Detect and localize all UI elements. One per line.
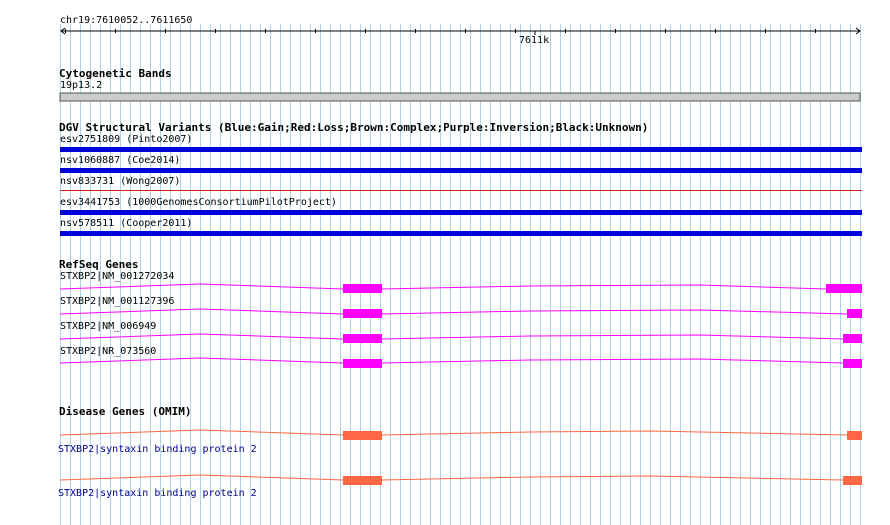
refseq-exon xyxy=(343,334,382,343)
refseq-exon xyxy=(343,309,382,318)
dgv-label-esv2751809[interactable]: esv2751809 (Pinto2007) xyxy=(60,134,192,146)
dgv-track-title: DGV Structural Variants (Blue:Gain;Red:L… xyxy=(59,121,649,134)
dgv-bar-esv2751809[interactable] xyxy=(60,147,862,152)
refseq-exon xyxy=(343,284,382,293)
cytoband-label[interactable]: 19p13.2 xyxy=(60,80,102,92)
omim-exon xyxy=(343,431,382,440)
ruler-tick-label: 7611k xyxy=(519,35,550,46)
refseq-label-nr-073560[interactable]: STXBP2|NR_073560 xyxy=(60,346,156,358)
omim-track-title: Disease Genes (OMIM) xyxy=(59,405,192,418)
refseq-exon xyxy=(843,334,862,343)
refseq-exon xyxy=(843,359,862,368)
omim-label-1[interactable]: STXBP2|syntaxin binding protein 2 xyxy=(58,444,257,456)
omim-exon xyxy=(847,431,862,440)
omim-label-2[interactable]: STXBP2|syntaxin binding protein 2 xyxy=(58,488,257,500)
cytoband-bar[interactable] xyxy=(59,92,861,102)
refseq-exon xyxy=(826,284,862,293)
refseq-exon xyxy=(343,359,382,368)
dgv-label-nsv833731[interactable]: nsv833731 (Wong2007) xyxy=(60,176,180,188)
cytoband-track-title: Cytogenetic Bands xyxy=(59,67,172,80)
dgv-label-esv3441753[interactable]: esv3441753 (1000GenomesConsortiumPilotPr… xyxy=(60,197,337,209)
refseq-label-nm-001272034[interactable]: STXBP2|NM_001272034 xyxy=(60,271,174,283)
refseq-label-nm-006949[interactable]: STXBP2|NM_006949 xyxy=(60,321,156,333)
dgv-bar-nsv578511[interactable] xyxy=(60,231,862,236)
dgv-bar-nsv833731[interactable] xyxy=(60,190,862,191)
dgv-label-nsv578511[interactable]: nsv578511 (Cooper2011) xyxy=(60,218,192,230)
omim-exon xyxy=(843,476,862,485)
dgv-bar-nsv1060887[interactable] xyxy=(60,168,862,173)
dgv-bar-esv3441753[interactable] xyxy=(60,210,862,215)
refseq-track-title: RefSeq Genes xyxy=(59,258,139,271)
omim-exon xyxy=(343,476,382,485)
refseq-label-nm-001127396[interactable]: STXBP2|NM_001127396 xyxy=(60,296,174,308)
ruler-range-label: chr19:7610052..7611650 xyxy=(60,15,193,26)
dgv-label-nsv1060887[interactable]: nsv1060887 (Coe2014) xyxy=(60,155,180,167)
refseq-exon xyxy=(847,309,862,318)
